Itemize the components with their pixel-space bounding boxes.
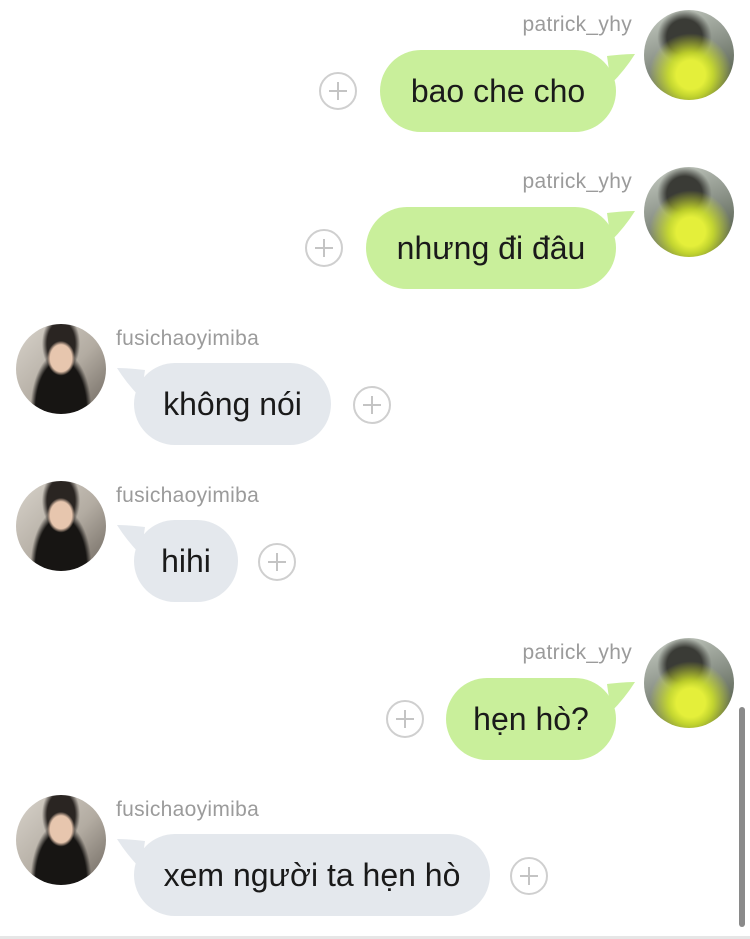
- plus-circle-icon[interactable]: [386, 700, 424, 738]
- sender-name: fusichaoyimiba: [116, 327, 260, 350]
- plus-circle-icon[interactable]: [319, 72, 357, 110]
- sender-name: fusichaoyimiba: [116, 484, 260, 507]
- avatar-patrick[interactable]: [644, 167, 734, 257]
- plus-circle-icon[interactable]: [510, 857, 548, 895]
- avatar-patrick[interactable]: [644, 638, 734, 728]
- message-row: fusichaoyimiba không nói: [0, 315, 750, 455]
- avatar-fusichaoyimiba[interactable]: [16, 481, 106, 571]
- sender-name: patrick_yhy: [522, 170, 632, 193]
- avatar-fusichaoyimiba[interactable]: [16, 795, 106, 885]
- plus-circle-icon[interactable]: [258, 543, 296, 581]
- message-row: patrick_yhy bao che cho: [0, 0, 750, 140]
- sender-name: patrick_yhy: [522, 13, 632, 36]
- sender-name: patrick_yhy: [522, 641, 632, 664]
- plus-circle-icon[interactable]: [305, 229, 343, 267]
- avatar-patrick[interactable]: [644, 10, 734, 100]
- sender-name: fusichaoyimiba: [116, 798, 260, 821]
- message-bubble[interactable]: hihi: [134, 520, 238, 602]
- message-row: patrick_yhy hẹn hò?: [0, 628, 750, 768]
- scrollbar[interactable]: [739, 707, 745, 927]
- message-row: patrick_yhy nhưng đi đâu: [0, 157, 750, 297]
- message-bubble[interactable]: xem người ta hẹn hò: [134, 834, 490, 916]
- message-bubble[interactable]: hẹn hò?: [446, 678, 616, 760]
- message-bubble[interactable]: nhưng đi đâu: [366, 207, 616, 289]
- message-bubble[interactable]: bao che cho: [380, 50, 616, 132]
- message-row: fusichaoyimiba xem người ta hẹn hò: [0, 786, 750, 926]
- plus-circle-icon[interactable]: [353, 386, 391, 424]
- message-bubble[interactable]: không nói: [134, 363, 331, 445]
- avatar-fusichaoyimiba[interactable]: [16, 324, 106, 414]
- message-row: fusichaoyimiba hihi: [0, 472, 750, 612]
